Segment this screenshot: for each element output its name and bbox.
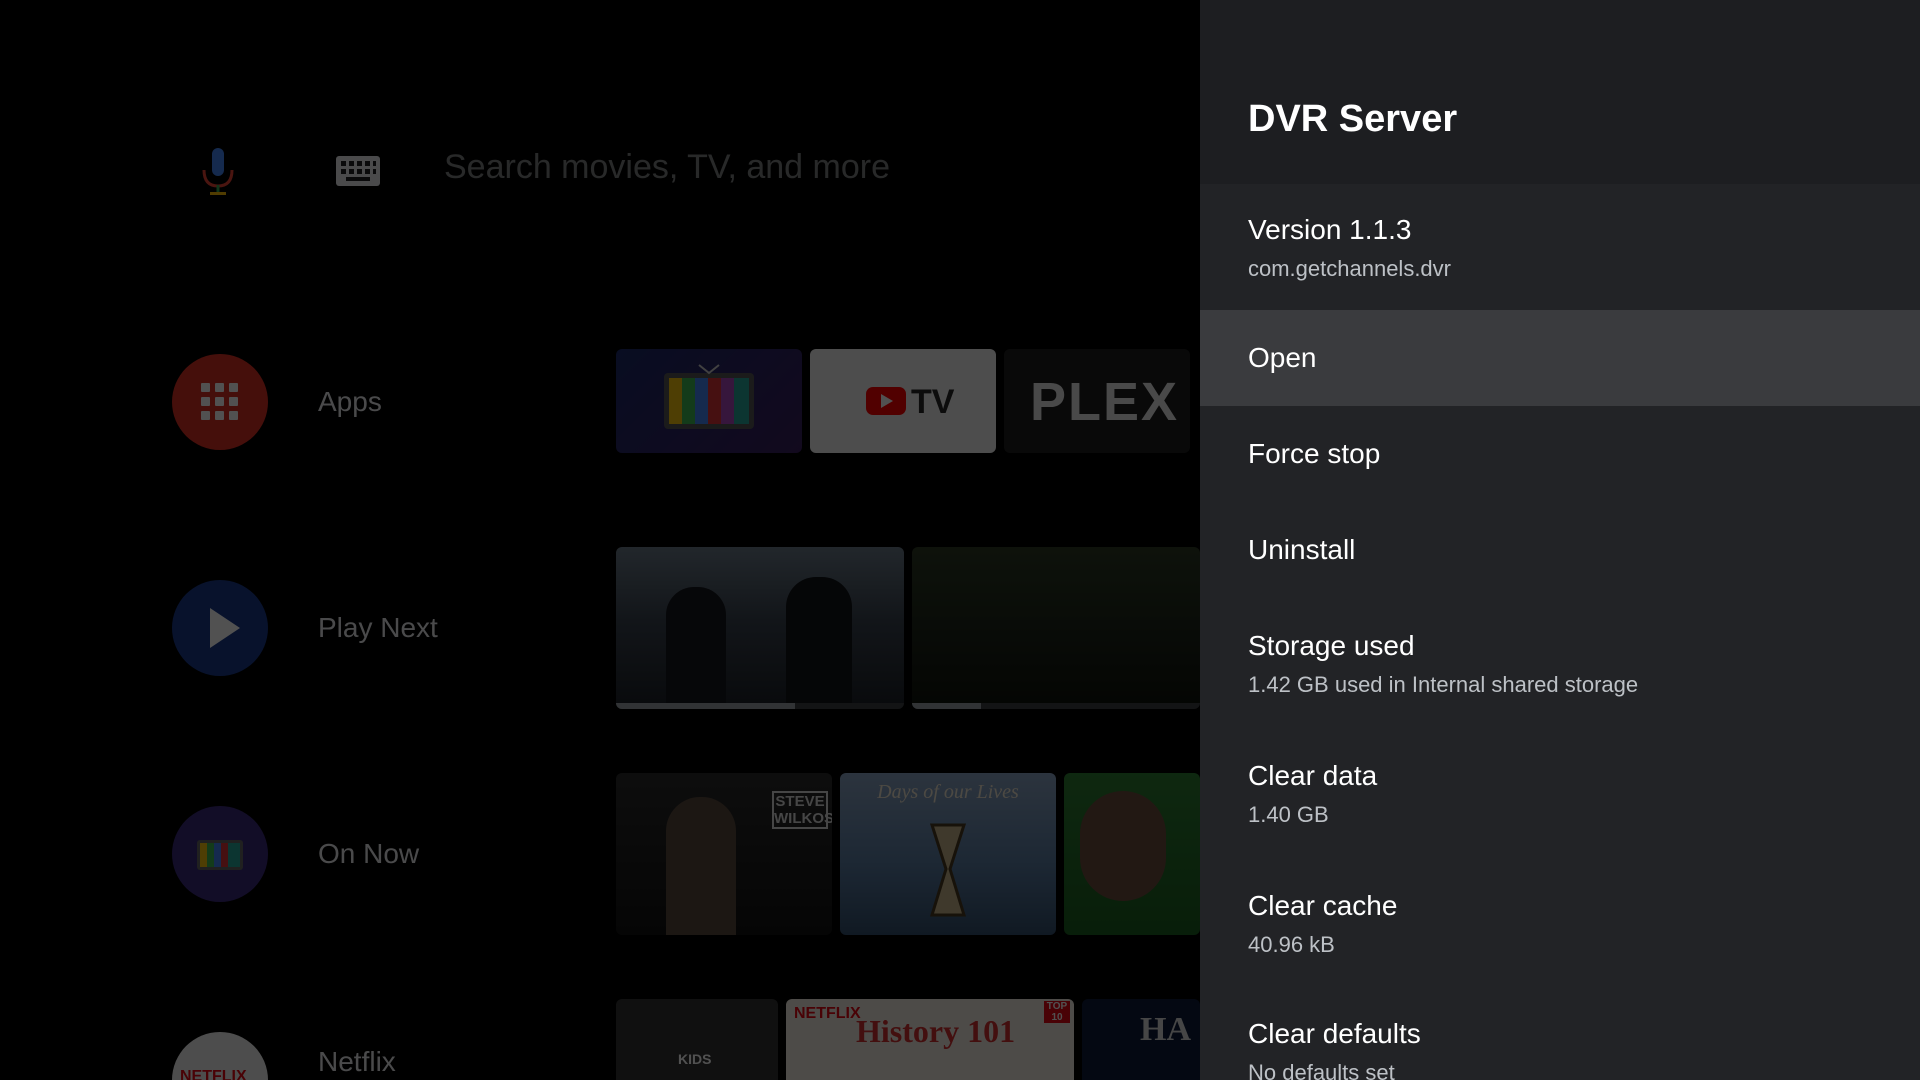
play-next-tile[interactable] <box>912 547 1200 709</box>
uninstall-label: Uninstall <box>1248 534 1356 565</box>
version-label: Version 1.1.3 <box>1248 214 1412 245</box>
uninstall-button[interactable]: Uninstall <box>1200 502 1920 598</box>
progress-bar <box>912 703 982 709</box>
clear-defaults-button[interactable]: Clear defaults No defaults set <box>1200 982 1920 1080</box>
force-stop-label: Force stop <box>1248 438 1381 469</box>
netflix-tile[interactable]: HA <box>1082 999 1200 1080</box>
hourglass-icon <box>929 823 967 917</box>
person-silhouette <box>666 797 736 935</box>
tile-caption: STEVE WILKOS <box>772 791 832 829</box>
app-tile-live-channels[interactable] <box>616 349 802 453</box>
row-label-play-next: Play Next <box>318 612 438 643</box>
clear-defaults-value: No defaults set <box>1248 1060 1395 1080</box>
netflix-icon[interactable]: NETFLIX <box>172 1032 268 1080</box>
row-label-netflix: Netflix <box>318 1046 396 1077</box>
tile-caption: KIDS <box>678 1051 712 1067</box>
clear-data-button[interactable]: Clear data 1.40 GB <box>1200 726 1920 854</box>
panel-title: DVR Server <box>1248 98 1458 140</box>
tv-icon[interactable] <box>172 806 268 902</box>
clear-cache-label: Clear cache <box>1248 890 1398 921</box>
youtube-tv-logo-icon <box>866 387 906 415</box>
search-placeholder[interactable]: Search movies, TV, and more <box>444 148 890 187</box>
tile-title: History 101 <box>856 1013 1016 1049</box>
person-silhouette <box>786 577 852 709</box>
youtube-tv-text: TV <box>911 383 955 421</box>
clear-data-value: 1.40 GB <box>1248 802 1329 827</box>
clear-defaults-label: Clear defaults <box>1248 1018 1421 1049</box>
netflix-icon-text: NETFLIX <box>180 1068 247 1080</box>
clear-cache-button[interactable]: Clear cache 40.96 kB <box>1200 854 1920 982</box>
clear-data-label: Clear data <box>1248 760 1378 791</box>
apps-grid-icon[interactable] <box>172 354 268 450</box>
storage-used-value: 1.42 GB used in Internal shared storage <box>1248 672 1639 697</box>
play-next-tile[interactable] <box>616 547 904 709</box>
keyboard-icon[interactable] <box>336 156 380 186</box>
tile-caption: HA <box>1140 1011 1191 1048</box>
open-button[interactable]: Open <box>1200 310 1920 406</box>
on-now-tile[interactable]: Days of our Lives <box>840 773 1056 935</box>
app-info-panel: DVR Server Version 1.1.3 com.getchannels… <box>1200 0 1920 1080</box>
open-label: Open <box>1248 342 1317 373</box>
clear-cache-value: 40.96 kB <box>1248 932 1335 957</box>
storage-used-label: Storage used <box>1248 630 1415 661</box>
storage-used-item[interactable]: Storage used 1.42 GB used in Internal sh… <box>1200 598 1920 726</box>
row-label-apps: Apps <box>318 386 382 417</box>
person-silhouette <box>1080 791 1166 901</box>
app-tile-plex[interactable]: PLEX <box>1004 349 1190 453</box>
netflix-tile[interactable]: NETFLIX History 101 TOP 10 <box>786 999 1074 1080</box>
panel-header: DVR Server <box>1200 0 1920 184</box>
on-now-tile[interactable]: STEVE WILKOS <box>616 773 832 935</box>
version-info: Version 1.1.3 com.getchannels.dvr <box>1200 184 1920 310</box>
netflix-tile[interactable]: KIDS <box>616 999 778 1080</box>
app-tile-youtube-tv[interactable]: TV <box>810 349 996 453</box>
tv-color-bars-icon <box>664 364 754 429</box>
person-silhouette <box>666 587 726 709</box>
top10-badge: TOP 10 <box>1044 1001 1070 1023</box>
on-now-tile[interactable] <box>1064 773 1200 935</box>
plex-logo-text: PLEX <box>1030 372 1180 432</box>
force-stop-button[interactable]: Force stop <box>1200 406 1920 502</box>
microphone-icon[interactable] <box>198 148 238 196</box>
tile-caption: NETFLIX <box>794 1005 861 1022</box>
launcher-background: Search movies, TV, and more Apps TV PLEX… <box>0 0 1200 1080</box>
package-name: com.getchannels.dvr <box>1248 256 1451 281</box>
row-label-on-now: On Now <box>318 838 420 869</box>
progress-bar <box>616 703 795 709</box>
play-icon[interactable] <box>172 580 268 676</box>
